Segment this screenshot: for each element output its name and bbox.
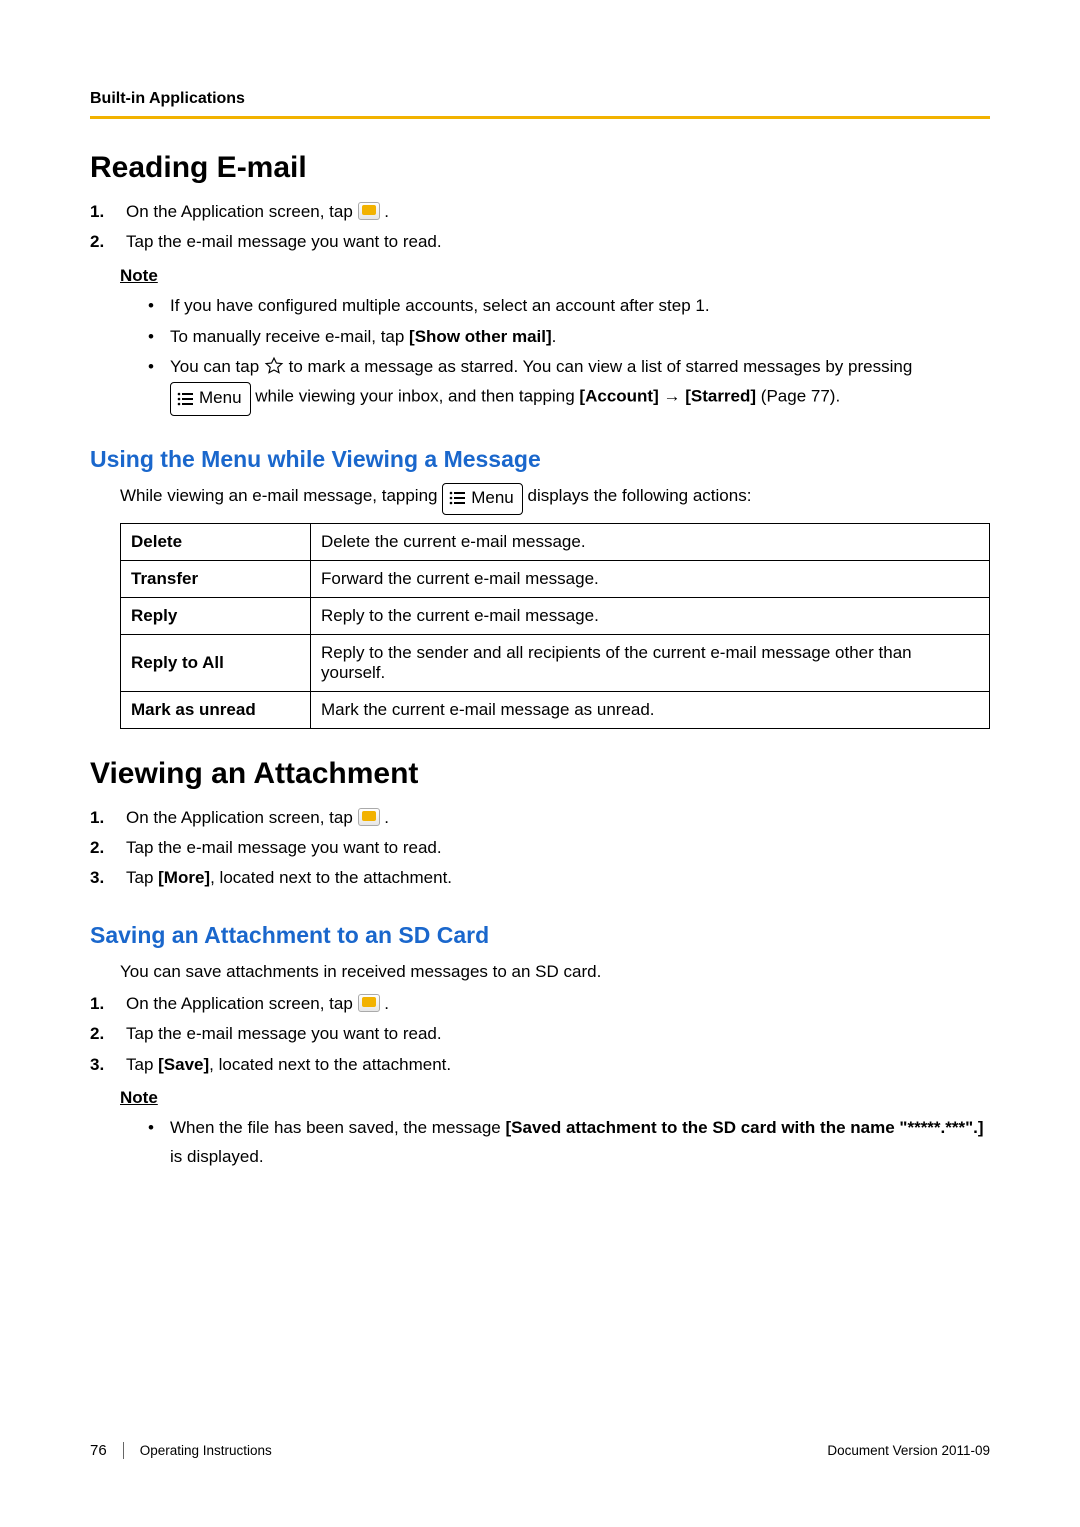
step-item: 1. On the Application screen, tap . <box>126 991 990 1017</box>
menu-list-icon <box>449 491 465 505</box>
action-name: Delete <box>121 523 311 560</box>
header-section-label: Built-in Applications <box>90 90 990 108</box>
step-text: . <box>384 994 389 1013</box>
note-bullet: If you have configured multiple accounts… <box>170 292 990 321</box>
step-text: Tap the e-mail message you want to read. <box>126 1024 442 1043</box>
table-row: DeleteDelete the current e-mail message. <box>121 523 990 560</box>
email-icon <box>358 994 380 1012</box>
menu-chip-label: Menu <box>471 485 514 511</box>
menu-list-icon <box>177 392 193 406</box>
note-text: You can tap <box>170 357 264 376</box>
footer-doc-title: Operating Instructions <box>140 1443 272 1458</box>
step-item: 1. On the Application screen, tap . <box>126 805 990 831</box>
table-row: ReplyReply to the current e-mail message… <box>121 597 990 634</box>
step-bold: [Save] <box>158 1055 209 1074</box>
note-text: while viewing your inbox, and then tappi… <box>255 387 579 406</box>
menu-chip: Menu <box>170 382 251 416</box>
menu-chip-label: Menu <box>199 384 242 413</box>
heading-viewing-attachment: Viewing an Attachment <box>90 757 990 791</box>
action-name: Mark as unread <box>121 691 311 728</box>
intro-text: While viewing an e-mail message, tapping… <box>120 483 990 514</box>
star-icon <box>264 356 284 376</box>
action-desc: Mark the current e-mail message as unrea… <box>311 691 990 728</box>
intro-pre: While viewing an e-mail message, tapping <box>120 486 442 505</box>
email-icon <box>358 808 380 826</box>
page-footer: 76 Operating Instructions Document Versi… <box>90 1442 990 1459</box>
step-text: , located next to the attachment. <box>210 868 452 887</box>
step-item: 2. Tap the e-mail message you want to re… <box>126 229 990 255</box>
note-bold: [Saved attachment to the SD card with th… <box>505 1118 983 1137</box>
note-label: Note <box>120 266 990 286</box>
table-row: TransferForward the current e-mail messa… <box>121 560 990 597</box>
note-bullet: To manually receive e-mail, tap [Show ot… <box>170 323 990 352</box>
note-bold: [Account] <box>579 387 658 406</box>
actions-table: DeleteDelete the current e-mail message.… <box>120 523 990 729</box>
note-text: to mark a message as starred. You can vi… <box>289 357 913 376</box>
step-item: 1. On the Application screen, tap . <box>126 199 990 225</box>
note-text: . <box>552 327 557 346</box>
action-desc: Forward the current e-mail message. <box>311 560 990 597</box>
step-text: . <box>384 808 389 827</box>
step-text: On the Application screen, tap <box>126 994 358 1013</box>
note-bold: [Starred] <box>685 387 756 406</box>
footer-doc-version: Document Version 2011-09 <box>827 1443 990 1458</box>
step-item: 3. Tap [More], located next to the attac… <box>126 865 990 891</box>
note-text: To manually receive e-mail, tap <box>170 327 409 346</box>
step-bold: [More] <box>158 868 210 887</box>
note-bold: [Show other mail] <box>409 327 552 346</box>
menu-chip: Menu <box>442 483 523 514</box>
table-row: Mark as unreadMark the current e-mail me… <box>121 691 990 728</box>
action-name: Transfer <box>121 560 311 597</box>
action-name: Reply to All <box>121 634 311 691</box>
step-item: 3. Tap [Save], located next to the attac… <box>126 1052 990 1078</box>
step-text: . <box>384 202 389 221</box>
note-bullet: You can tap to mark a message as starred… <box>170 353 990 416</box>
step-text: On the Application screen, tap <box>126 202 358 221</box>
page-number: 76 <box>90 1442 124 1459</box>
table-row: Reply to AllReply to the sender and all … <box>121 634 990 691</box>
step-text: , located next to the attachment. <box>209 1055 451 1074</box>
action-desc: Delete the current e-mail message. <box>311 523 990 560</box>
step-text: Tap <box>126 868 158 887</box>
note-text: is displayed. <box>170 1147 264 1166</box>
note-text: If you have configured multiple accounts… <box>170 296 710 315</box>
step-item: 2. Tap the e-mail message you want to re… <box>126 835 990 861</box>
action-name: Reply <box>121 597 311 634</box>
step-text: Tap the e-mail message you want to read. <box>126 838 442 857</box>
arrow-icon: → <box>659 387 685 406</box>
step-item: 2. Tap the e-mail message you want to re… <box>126 1021 990 1047</box>
action-desc: Reply to the sender and all recipients o… <box>311 634 990 691</box>
intro-text: You can save attachments in received mes… <box>120 959 990 985</box>
heading-saving-attachment: Saving an Attachment to an SD Card <box>90 922 990 949</box>
note-text: When the file has been saved, the messag… <box>170 1118 505 1137</box>
note-text: (Page 77). <box>756 387 840 406</box>
step-text: On the Application screen, tap <box>126 808 358 827</box>
action-desc: Reply to the current e-mail message. <box>311 597 990 634</box>
note-label: Note <box>120 1088 990 1108</box>
heading-reading-email: Reading E-mail <box>90 151 990 185</box>
intro-post: displays the following actions: <box>527 486 751 505</box>
note-bullet: When the file has been saved, the messag… <box>170 1114 990 1172</box>
step-text: Tap the e-mail message you want to read. <box>126 232 442 251</box>
email-icon <box>358 202 380 220</box>
header-rule <box>90 116 990 119</box>
step-text: Tap <box>126 1055 158 1074</box>
heading-using-menu: Using the Menu while Viewing a Message <box>90 446 990 473</box>
